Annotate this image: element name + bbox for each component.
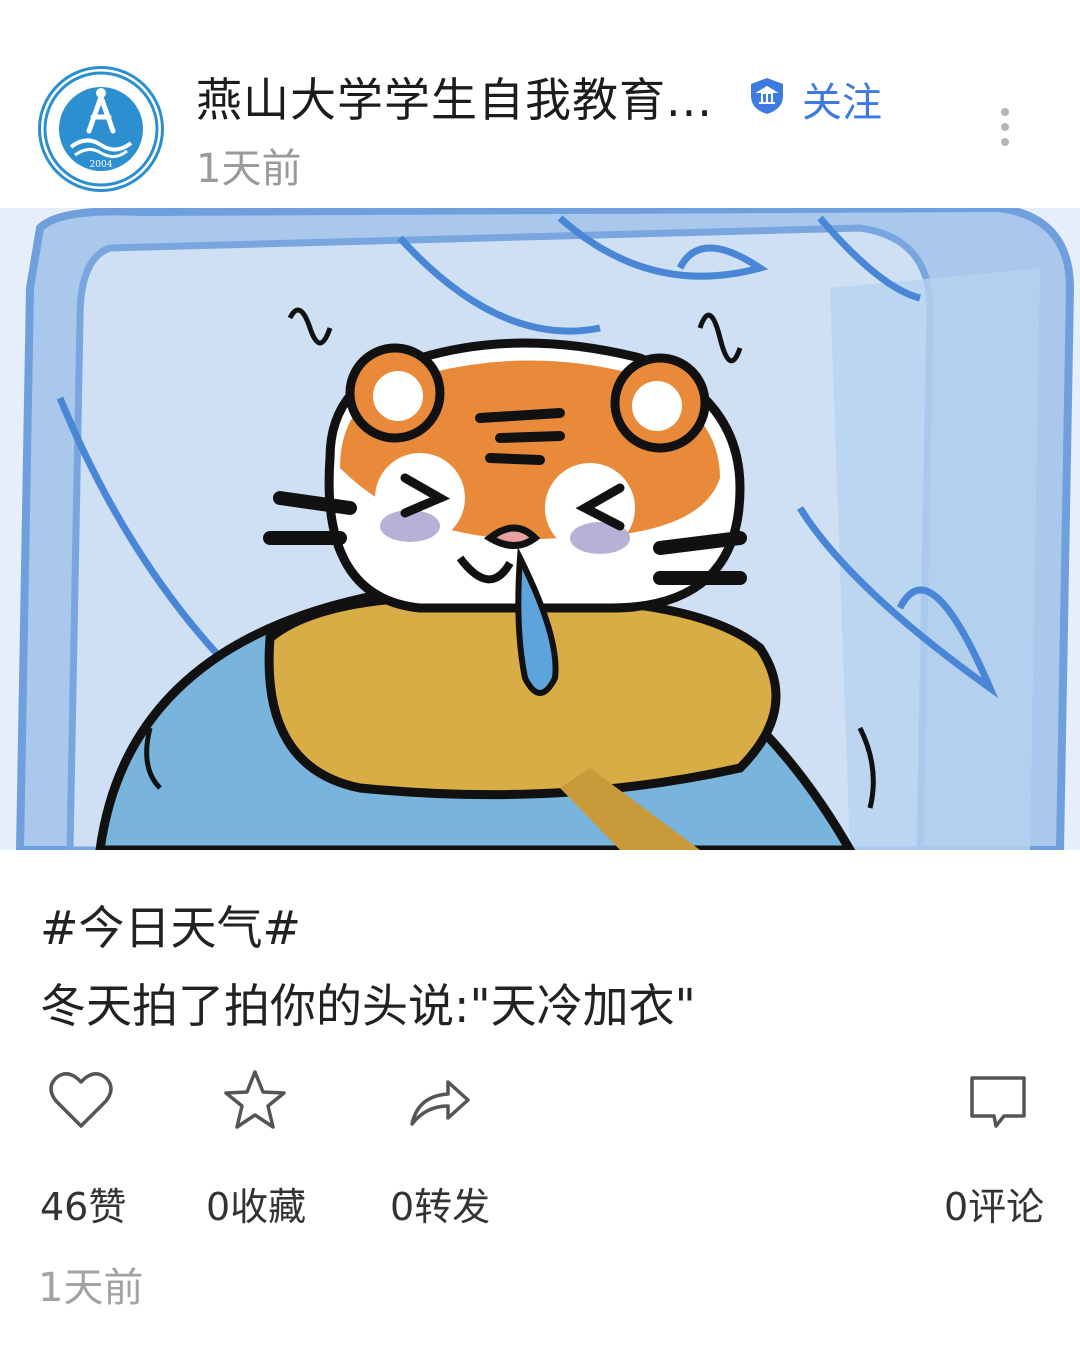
share-count[interactable]: 0转发 bbox=[390, 1176, 490, 1231]
post-image[interactable] bbox=[0, 208, 1080, 850]
like-count[interactable]: 46赞 bbox=[40, 1176, 126, 1231]
follow-button[interactable]: 关注 bbox=[802, 70, 882, 128]
author-avatar[interactable]: 2004 bbox=[38, 66, 164, 192]
more-vertical-icon[interactable] bbox=[990, 104, 1020, 150]
comment-count[interactable]: 0评论 bbox=[944, 1176, 1044, 1231]
share-arrow-icon[interactable] bbox=[404, 1066, 474, 1136]
post-hashtag[interactable]: #今日天气# bbox=[40, 892, 301, 958]
star-icon[interactable] bbox=[220, 1066, 290, 1136]
frozen-tiger-illustration bbox=[0, 208, 1080, 850]
verified-shield-icon bbox=[751, 78, 783, 114]
svg-text:2004: 2004 bbox=[90, 160, 113, 170]
heart-icon[interactable] bbox=[46, 1066, 116, 1136]
footer-time: 1天前 bbox=[38, 1265, 144, 1311]
university-logo-icon: 2004 bbox=[43, 71, 159, 187]
favorite-count[interactable]: 0收藏 bbox=[206, 1176, 306, 1231]
comment-icon[interactable] bbox=[964, 1066, 1034, 1136]
post-time: 1天前 bbox=[196, 146, 302, 192]
post-body-text: 冬天拍了拍你的头说:"天冷加衣" bbox=[40, 979, 696, 1033]
author-name[interactable]: 燕山大学学生自我教育... bbox=[196, 64, 713, 130]
